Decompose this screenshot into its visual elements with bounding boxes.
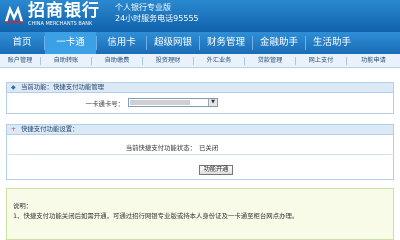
sub-nav: 账户管理 自助转账 自助缴费 投资理财 外汇业务 贷款管理 网上支付 功能申请	[0, 54, 400, 68]
status-label: 当前快捷支付功能状态：	[125, 144, 196, 152]
nav-item-finance-assistant[interactable]: 金融助手	[253, 32, 305, 54]
nav-item-life-assistant[interactable]: 生活助手	[306, 32, 358, 54]
current-function-label: 当前功能：快捷支付功能管理	[21, 83, 105, 91]
subnav-item-investment[interactable]: 投资理财	[143, 54, 193, 67]
nav-item-debit-card[interactable]: 一卡通	[45, 32, 96, 54]
note-box: 说明： 1、快捷支付功能关闭后如需开通，可通过招行网银专业版或持本人身份证及一卡…	[6, 188, 394, 240]
card-number-value	[130, 100, 190, 105]
subnav-item-online-pay[interactable]: 网上支付	[296, 54, 346, 67]
subnav-item-transfer[interactable]: 自助转账	[41, 54, 91, 67]
edition-label: 个人银行专业版	[115, 3, 171, 12]
subnav-item-loan[interactable]: 贷款管理	[245, 54, 295, 67]
settings-header-label: 快捷支付功能设置：	[21, 125, 79, 133]
note-text: 1、快捷支付功能关闭后如需开通，可通过招行网银专业版或持本人身份证及一卡通至柜台…	[13, 212, 299, 220]
chevron-down-icon[interactable]: ▼	[208, 99, 217, 106]
brand-name-en: CHINA MERCHANTS BANK	[28, 21, 93, 27]
enable-function-button[interactable]: 功能开通	[199, 165, 233, 175]
header-bar: 招商银行 CHINA MERCHANTS BANK 个人银行专业版 24小时服务…	[0, 0, 400, 32]
settings-header: + 快捷支付功能设置：	[6, 124, 394, 135]
subnav-item-payment[interactable]: 自助缴费	[92, 54, 142, 67]
current-function-header: ◆ 当前功能：快捷支付功能管理	[6, 82, 394, 93]
nav-item-credit-card[interactable]: 信用卡	[97, 32, 146, 54]
row-divider	[6, 154, 394, 155]
main-nav: 首页 一卡通 信用卡 超级网银 财务管理 金融助手 生活助手	[0, 32, 400, 54]
note-title: 说明：	[13, 202, 33, 210]
cmb-logo-icon	[4, 6, 24, 23]
nav-item-home[interactable]: 首页	[0, 32, 44, 54]
subnav-item-forex[interactable]: 外汇业务	[194, 54, 244, 67]
card-number-label: 一卡通卡号：	[85, 100, 124, 108]
arrow-right-icon: ◆	[11, 84, 16, 91]
subnav-item-account[interactable]: 账户管理	[0, 54, 40, 67]
plus-icon: +	[11, 126, 17, 133]
nav-item-super-ebank[interactable]: 超级网银	[147, 32, 199, 54]
brand-name: 招商银行	[28, 1, 100, 21]
subnav-item-apply[interactable]: 功能申请	[347, 54, 400, 67]
card-number-select[interactable]: ▼	[128, 98, 218, 107]
nav-item-finance[interactable]: 财务管理	[200, 32, 252, 54]
service-hotline: 24小时服务电话95555	[115, 14, 199, 23]
status-value: 已关闭	[199, 144, 219, 152]
